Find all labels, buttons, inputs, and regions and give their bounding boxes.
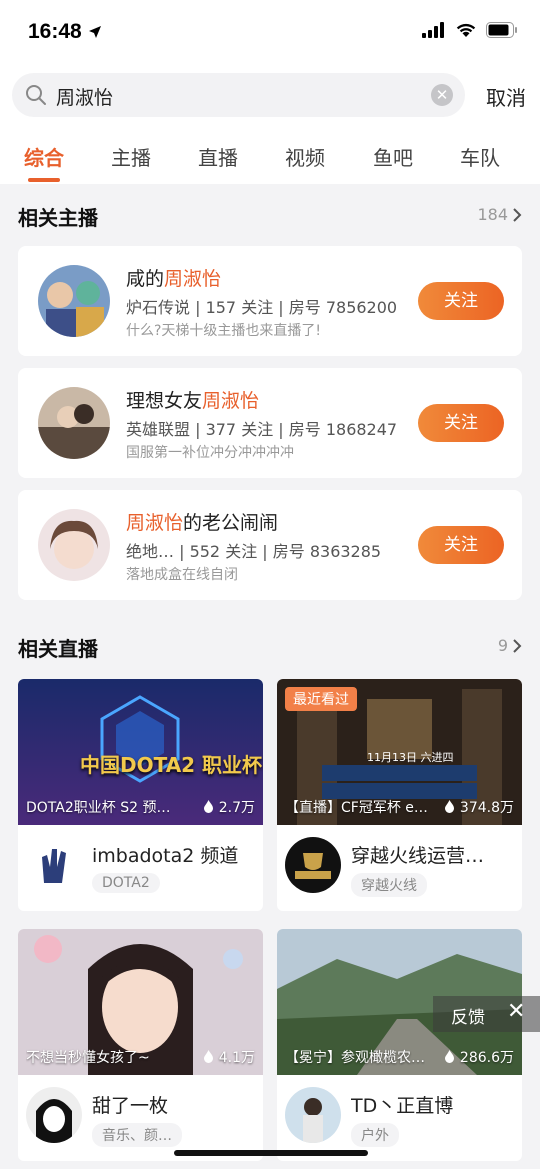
avatar — [285, 837, 341, 893]
cancel-button[interactable]: 取消 — [486, 82, 526, 111]
battery-icon — [486, 22, 517, 38]
avatar — [285, 1087, 341, 1143]
live-streamer-name: TD丶正直博 — [351, 1095, 454, 1117]
streamer-info: 绝地… | 552 关注 | 房号 8363285 — [126, 542, 382, 561]
search-icon — [26, 85, 46, 105]
search-input[interactable]: 周淑怡 ✕ — [12, 73, 465, 117]
streamer-card[interactable]: 理想女友周淑怡 英雄联盟 | 377 关注 | 房号 1868247 国服第一补… — [18, 368, 522, 478]
tab-fish-bar[interactable]: 鱼吧 — [373, 142, 413, 171]
live-streamer-name: imbadota2 频道 — [92, 845, 239, 867]
status-bar: 16:48 — [0, 0, 540, 62]
cellular-signal-icon — [422, 22, 444, 38]
streamers-more-link[interactable]: 184 — [477, 205, 522, 224]
live-card[interactable]: 不想当秒懂女孩了~ 4.1万 甜了一枚 音乐、颜… — [18, 929, 263, 1161]
fire-icon — [204, 1050, 214, 1063]
home-indicator — [174, 1150, 368, 1156]
follow-button[interactable]: 关注 — [418, 526, 504, 564]
avatar — [38, 509, 110, 581]
recently-watched-badge: 最近看过 — [285, 687, 357, 711]
category-tag: 户外 — [351, 1123, 399, 1147]
tab-live[interactable]: 直播 — [198, 142, 238, 171]
wifi-icon — [456, 23, 476, 37]
avatar — [26, 837, 82, 893]
fire-icon — [445, 800, 455, 813]
streamer-desc: 什么?天梯十级主播也来直播了! — [126, 323, 322, 339]
streamer-desc: 国服第一补位冲分冲冲冲冲 — [126, 445, 294, 461]
category-tag: 音乐、颜… — [92, 1123, 182, 1147]
streamer-name: 理想女友周淑怡 — [126, 390, 260, 412]
thumbnail-text: 中国DOTA2 职业杯 — [80, 753, 263, 777]
streamers-count: 184 — [477, 205, 508, 224]
live-card[interactable]: 【冕宁】参观橄榄农… 286.6万 TD丶正直博 户外 — [277, 929, 522, 1161]
location-arrow-icon — [88, 26, 101, 38]
streamer-info: 英雄联盟 | 377 关注 | 房号 1868247 — [126, 420, 398, 439]
search-tabs: 综合 主播 直播 视频 鱼吧 车队 — [0, 128, 540, 184]
avatar — [26, 1087, 82, 1143]
live-title: DOTA2职业杯 S2 预… — [26, 800, 171, 816]
status-time: 16:48 — [28, 20, 102, 44]
tab-streamers[interactable]: 主播 — [111, 142, 151, 171]
live-card[interactable]: 11月13日 六进四 最近看过 【直播】CF冠军杯 e… 374.8万 穿越火线… — [277, 679, 522, 911]
live-title: 不想当秒懂女孩了~ — [26, 1050, 150, 1066]
view-count: 4.1万 — [203, 1047, 255, 1067]
fire-icon — [445, 1050, 455, 1063]
live-title: 【直播】CF冠军杯 e… — [285, 800, 428, 816]
category-tag: 穿越火线 — [351, 873, 427, 897]
search-query: 周淑怡 — [56, 87, 114, 109]
tab-comprehensive[interactable]: 综合 — [24, 142, 64, 171]
view-count: 2.7万 — [203, 797, 255, 817]
live-thumbnail: 11月13日 六进四 最近看过 【直播】CF冠军杯 e… 374.8万 — [277, 679, 522, 825]
category-tag: DOTA2 — [92, 873, 160, 893]
chevron-right-icon — [513, 638, 522, 653]
streamer-card[interactable]: 咸的周淑怡 炉石传说 | 157 关注 | 房号 7856200 什么?天梯十级… — [18, 246, 522, 356]
search-bar: 周淑怡 ✕ 取消 — [0, 62, 540, 128]
follow-button[interactable]: 关注 — [418, 282, 504, 320]
streamers-section-title: 相关主播 — [18, 206, 98, 230]
live-section-title: 相关直播 — [18, 637, 98, 661]
streamer-name: 咸的周淑怡 — [126, 268, 222, 290]
streamer-card[interactable]: 周淑怡的老公闹闹 绝地… | 552 关注 | 房号 8363285 落地成盒在… — [18, 490, 522, 600]
feedback-label: 反馈 — [451, 1008, 485, 1028]
live-count: 9 — [497, 636, 508, 655]
chevron-right-icon — [513, 207, 522, 222]
thumbnail-text: 11月13日 六进四 — [367, 751, 454, 764]
view-count: 374.8万 — [444, 797, 514, 817]
avatar — [38, 265, 110, 337]
live-streamer-name: 穿越火线运营… — [351, 845, 485, 867]
feedback-button[interactable]: 反馈 ✕ — [433, 996, 540, 1032]
tab-team[interactable]: 车队 — [460, 142, 500, 171]
live-thumbnail: 中国DOTA2 职业杯 DOTA2职业杯 S2 预… 2.7万 — [18, 679, 263, 825]
close-icon[interactable]: ✕ — [507, 999, 525, 1024]
follow-button[interactable]: 关注 — [418, 404, 504, 442]
live-more-link[interactable]: 9 — [498, 636, 522, 655]
status-icons — [422, 22, 518, 38]
streamer-info: 炉石传说 | 157 关注 | 房号 7856200 — [126, 298, 398, 317]
streamer-desc: 落地成盒在线自闭 — [126, 567, 238, 583]
clear-search-icon[interactable]: ✕ — [431, 84, 453, 106]
tab-videos[interactable]: 视频 — [285, 142, 325, 171]
fire-icon — [204, 800, 214, 813]
avatar — [38, 387, 110, 459]
streamer-name: 周淑怡的老公闹闹 — [126, 512, 279, 534]
view-count: 286.6万 — [444, 1047, 514, 1067]
active-tab-indicator — [28, 178, 60, 182]
live-card[interactable]: 中国DOTA2 职业杯 DOTA2职业杯 S2 预… 2.7万 imbadota… — [18, 679, 263, 911]
live-streamer-name: 甜了一枚 — [92, 1095, 169, 1117]
live-title: 【冕宁】参观橄榄农… — [285, 1050, 425, 1066]
live-thumbnail: 不想当秒懂女孩了~ 4.1万 — [18, 929, 263, 1075]
